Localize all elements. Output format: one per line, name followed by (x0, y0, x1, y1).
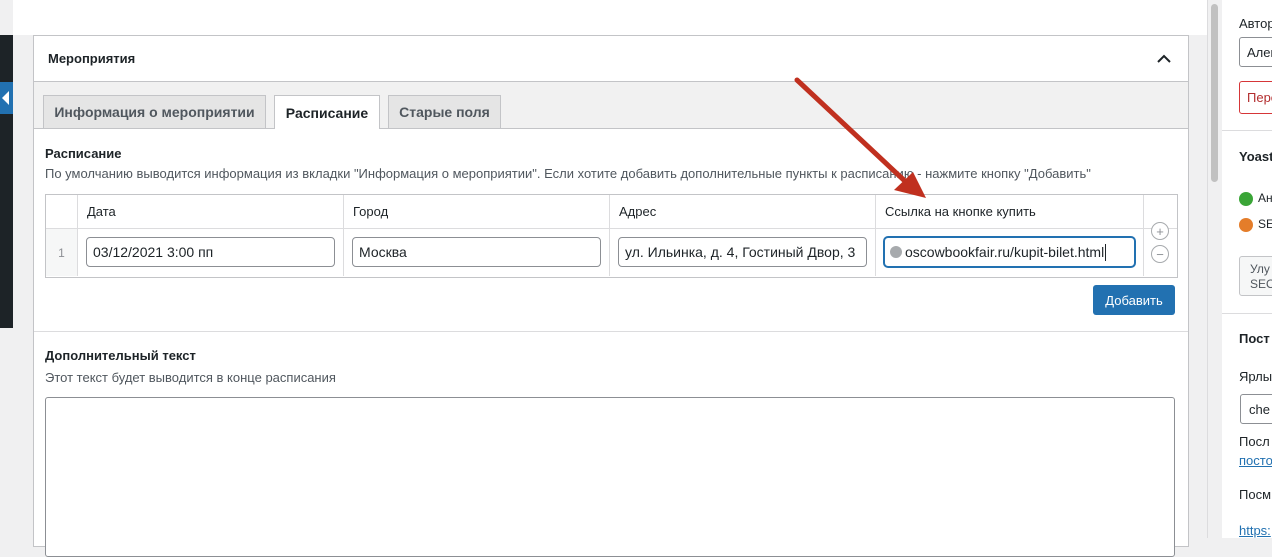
view-label: Посм (1239, 487, 1272, 502)
collapse-menu-arrow-icon[interactable] (0, 82, 13, 114)
slug-label: Ярлы (1239, 369, 1272, 384)
row-number: 1 (46, 229, 78, 276)
view-link[interactable]: https: (1239, 523, 1271, 538)
chevron-up-icon[interactable] (1154, 49, 1174, 69)
table-cell-date: 03/12/2021 3:00 пп (78, 229, 344, 276)
last-label: Посл (1239, 434, 1270, 449)
metabox-header: Мероприятия (34, 36, 1188, 82)
tab-event-info[interactable]: Информация о мероприятии (43, 95, 266, 128)
yoast-button-line2: SEO (1250, 277, 1272, 291)
author-value: Алек (1247, 45, 1272, 60)
scrollbar[interactable] (1207, 0, 1222, 538)
row-number-header (46, 195, 78, 229)
sidebar: Автор Алек Пере Yoast Ан SE Улу SEO Пост… (1222, 0, 1272, 538)
globe-icon (890, 246, 902, 258)
date-input[interactable]: 03/12/2021 3:00 пп (86, 237, 335, 267)
events-metabox: Мероприятия Информация о мероприятии Рас… (33, 35, 1189, 557)
schedule-table: Дата Город Адрес Ссылка на кнопке купить… (45, 194, 1178, 278)
yoast-improve-button[interactable]: Улу SEO (1239, 256, 1272, 296)
section-divider (34, 331, 1188, 332)
column-header-city: Город (344, 195, 610, 229)
schedule-title: Расписание (45, 146, 122, 161)
seo-smile-icon (1239, 218, 1253, 232)
table-cell-buy-link: oscowbookfair.ru/kupit-bilet.html (876, 229, 1144, 276)
slug-input[interactable]: che (1240, 394, 1272, 424)
yoast-title: Yoast (1239, 149, 1272, 164)
yoast-readability: Ан (1258, 191, 1272, 205)
buy-link-value: oscowbookfair.ru/kupit-bilet.html (905, 244, 1105, 260)
table-cell-address: ул. Ильинка, д. 4, Гостиный Двор, 3 (610, 229, 876, 276)
main-column: Мероприятия Информация о мероприятии Рас… (13, 35, 1207, 557)
column-header-buy-link: Ссылка на кнопке купить (876, 195, 1144, 229)
table-cell-row-actions: + − (1144, 222, 1177, 276)
sidebar-separator (1222, 130, 1272, 131)
author-warning-text: Пере (1247, 90, 1272, 105)
yoast-button-line1: Улу (1250, 262, 1270, 276)
city-input[interactable]: Москва (352, 237, 601, 267)
tab-old-fields[interactable]: Старые поля (388, 95, 501, 128)
sidebar-separator (1222, 313, 1272, 314)
last-link[interactable]: посто (1239, 453, 1272, 468)
scrollbar-thumb[interactable] (1211, 4, 1218, 182)
extra-text-title: Дополнительный текст (45, 348, 196, 363)
author-warning[interactable]: Пере (1239, 81, 1272, 114)
metabox-title: Мероприятия (48, 51, 136, 66)
address-input[interactable]: ул. Ильинка, д. 4, Гостиный Двор, 3 (618, 237, 867, 267)
top-area (13, 0, 1207, 35)
tab-schedule[interactable]: Расписание (274, 95, 380, 129)
yoast-seo: SE (1258, 217, 1272, 231)
slug-value: che (1249, 402, 1270, 417)
author-label: Автор (1239, 16, 1272, 31)
add-button[interactable]: Добавить (1093, 285, 1175, 315)
column-header-date: Дата (78, 195, 344, 229)
remove-row-icon[interactable]: − (1151, 245, 1169, 263)
add-row-icon[interactable]: + (1151, 222, 1169, 240)
text-cursor (1105, 243, 1107, 261)
extra-text-description: Этот текст будет выводится в конце распи… (45, 370, 336, 385)
author-select[interactable]: Алек (1239, 37, 1272, 67)
extra-text-textarea[interactable] (45, 397, 1175, 557)
readability-smile-icon (1239, 192, 1253, 206)
column-header-address: Адрес (610, 195, 876, 229)
admin-menu-edge (0, 35, 13, 328)
table-cell-city: Москва (344, 229, 610, 276)
buy-link-input[interactable]: oscowbookfair.ru/kupit-bilet.html (884, 237, 1135, 267)
tabs-bar: Информация о мероприятии Расписание Стар… (34, 82, 1188, 129)
permalink-title: Пост (1239, 331, 1270, 346)
schedule-description: По умолчанию выводится информация из вкл… (45, 166, 1091, 181)
